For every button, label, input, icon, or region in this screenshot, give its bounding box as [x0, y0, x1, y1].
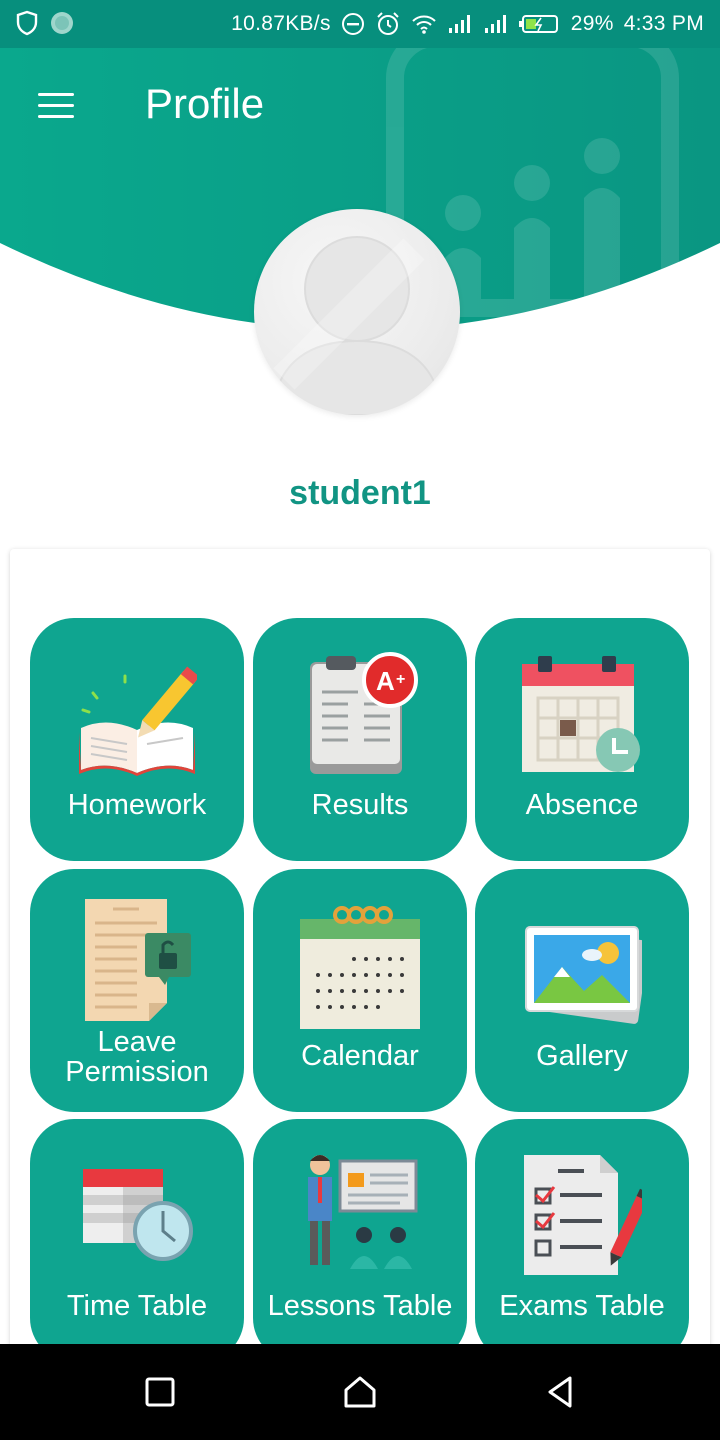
alarm-icon [377, 12, 399, 35]
tile-label: Calendar [301, 1040, 419, 1072]
gallery-icon [525, 926, 642, 1024]
battery-percent: 29% [570, 12, 614, 35]
clock: 4:33 PM [623, 12, 704, 35]
tile-gallery[interactable]: Gallery [475, 869, 689, 1112]
home-icon[interactable] [340, 1372, 380, 1412]
network-speed: 10.87KB/s [231, 12, 331, 35]
tile-label: Lessons Table [267, 1290, 453, 1322]
tile-time-table[interactable]: Time Table [30, 1119, 244, 1362]
homework-icon [79, 666, 197, 776]
tile-lessons-table[interactable]: Lessons Table [253, 1119, 467, 1362]
svg-text:A: A [376, 666, 395, 696]
tile-label-line2: Permission [65, 1056, 209, 1088]
app-notification-icon [51, 12, 73, 34]
tile-label: Gallery [536, 1040, 628, 1072]
signal-icon [448, 15, 470, 33]
tile-absence[interactable]: Absence [475, 618, 689, 861]
tile-label: Results [311, 789, 409, 821]
tile-label: Exams Table [499, 1290, 665, 1322]
battery-icon [518, 15, 558, 33]
back-icon[interactable] [540, 1372, 580, 1412]
svg-text:+: + [396, 671, 405, 688]
default-avatar-icon [270, 236, 444, 415]
wifi-icon [412, 15, 436, 34]
tile-label-line1: Leave [97, 1026, 177, 1058]
leave-permission-icon [85, 899, 191, 1021]
time-table-icon [83, 1169, 193, 1261]
tile-homework[interactable]: Homework [30, 618, 244, 861]
tile-results[interactable]: A + Results [253, 618, 467, 861]
status-bar: 10.87KB/s 29% 4:33 PM [0, 0, 720, 48]
absence-icon [522, 656, 640, 772]
page-title: Profile [145, 80, 265, 127]
exams-table-icon [524, 1155, 642, 1275]
tile-leave-permission[interactable]: Leave Permission [30, 869, 244, 1112]
avatar[interactable] [254, 209, 460, 415]
tile-label: Absence [525, 789, 639, 821]
calendar-icon [300, 906, 420, 1029]
menu-card: Homework A + Results Absence Leave Permi… [10, 549, 710, 1362]
username: student1 [289, 474, 431, 512]
do-not-disturb-icon [341, 13, 364, 35]
signal-icon-2 [484, 15, 506, 33]
tile-exams-table[interactable]: Exams Table [475, 1119, 689, 1362]
results-icon: A + [310, 652, 418, 774]
navigation-bar [0, 1344, 720, 1440]
tile-label: Time Table [66, 1290, 208, 1322]
recents-icon[interactable] [140, 1372, 180, 1412]
lessons-table-icon [308, 1155, 418, 1269]
menu-icon[interactable] [38, 93, 74, 119]
shield-icon [16, 10, 38, 36]
tile-calendar[interactable]: Calendar [253, 869, 467, 1112]
tile-label: Homework [67, 789, 207, 821]
